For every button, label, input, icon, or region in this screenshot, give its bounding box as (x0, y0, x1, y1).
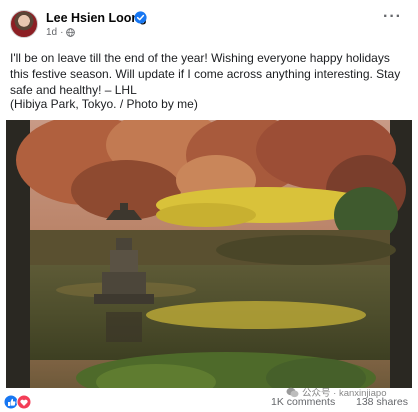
comments-count[interactable]: 1K comments (271, 396, 335, 408)
shares-count[interactable]: 138 shares (356, 396, 408, 408)
like-reaction-icon (3, 394, 19, 410)
love-reaction-icon (16, 394, 32, 410)
reactions-summary[interactable] (3, 394, 33, 410)
post-caption: (Hibiya Park, Tokyo. / Photo by me) (10, 97, 198, 111)
post-time[interactable]: 1d (46, 27, 57, 38)
post-photo[interactable] (6, 120, 412, 388)
post-text: I'll be on leave till the end of the yea… (10, 51, 401, 97)
avatar[interactable] (10, 10, 38, 38)
post-meta: 1d · (46, 27, 76, 38)
globe-icon (66, 28, 76, 37)
verified-badge-icon (134, 11, 147, 24)
park-photo-image (6, 120, 412, 388)
reaction-bar: 1K comments 138 shares (0, 391, 418, 412)
more-options-icon[interactable]: ··· (383, 9, 402, 25)
author-name[interactable]: Lee Hsien Loong (46, 11, 147, 25)
post-header: Lee Hsien Loong 1d · ··· (0, 0, 418, 40)
